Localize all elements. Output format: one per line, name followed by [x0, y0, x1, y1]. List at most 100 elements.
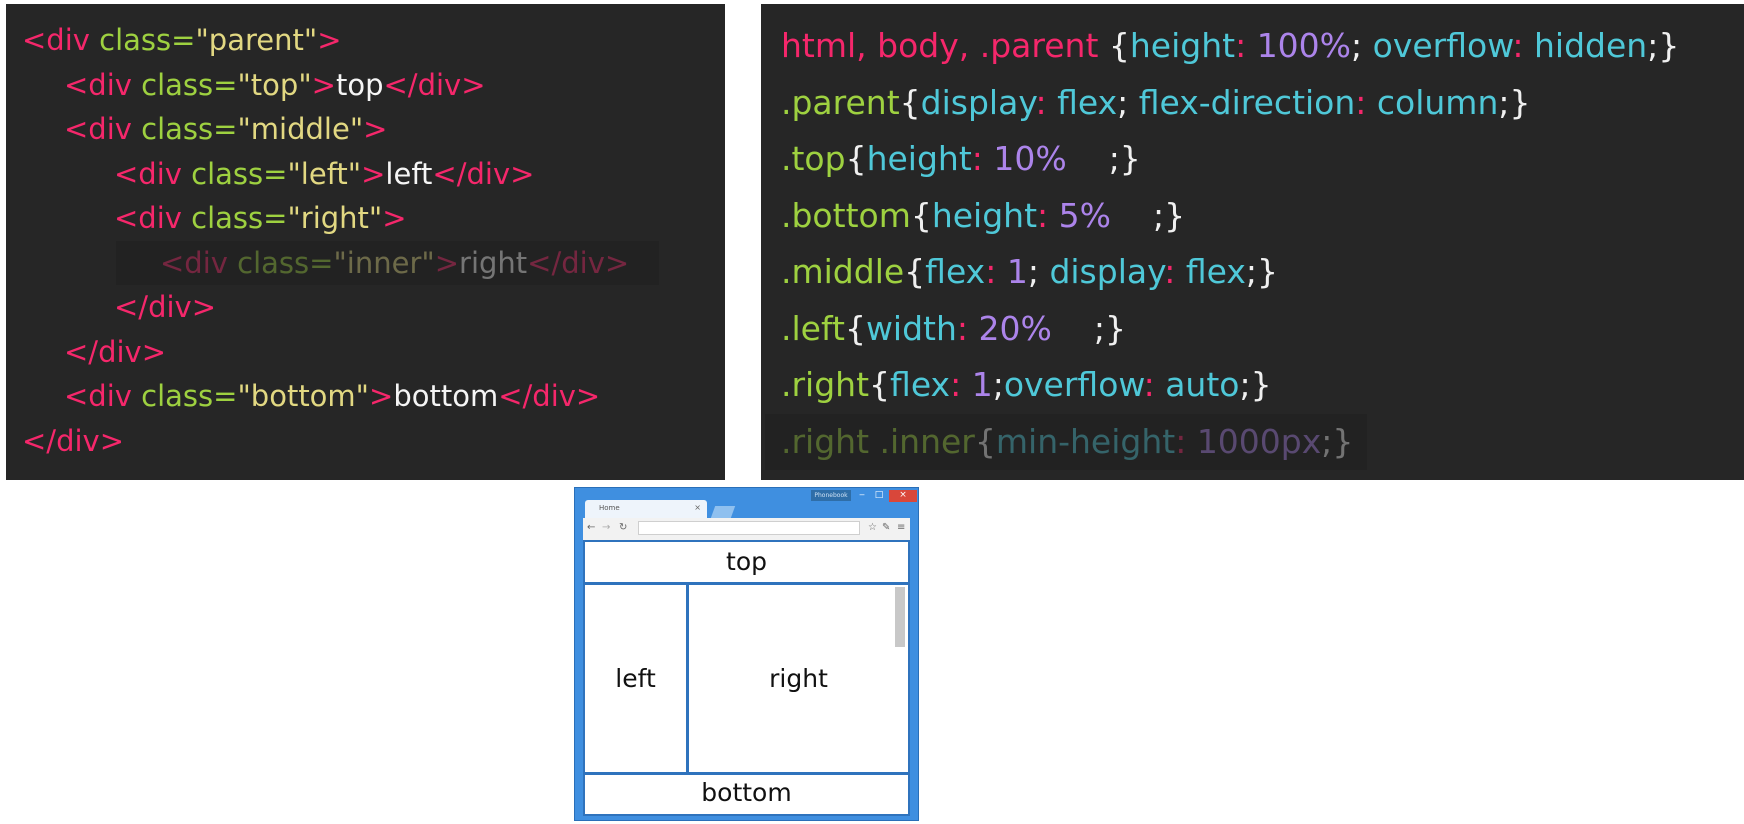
colon: :	[950, 365, 972, 404]
open-brace: {	[844, 308, 866, 348]
layout-left-box: left	[585, 585, 689, 772]
open-brace: {	[910, 195, 932, 235]
browser-toolbar: ← → ↻ ☆ ✎ ≡	[583, 518, 910, 540]
tag-open: <div	[64, 67, 132, 102]
forward-icon[interactable]: →	[602, 522, 610, 533]
attr-name: class=	[131, 67, 238, 102]
colon: :	[985, 252, 1007, 291]
attr-name: class=	[181, 156, 288, 191]
address-bar[interactable]	[638, 521, 860, 535]
css-line-3: .top{height: 10% ;}	[781, 131, 1744, 188]
minimize-button[interactable]: ‒	[854, 490, 870, 502]
colon: :	[1164, 252, 1186, 291]
bookmark-icon[interactable]: ☆	[868, 522, 877, 533]
tag-close: </div>	[527, 245, 630, 280]
tag-close: </div>	[432, 156, 535, 191]
extension-icon[interactable]: ✎	[882, 522, 890, 533]
css-line-5: .middle{flex: 1; display: flex;}	[781, 244, 1744, 301]
new-tab-button[interactable]	[710, 506, 736, 518]
colon: :	[1175, 421, 1197, 461]
code-line-2: <div class="top">top</div>	[22, 63, 725, 108]
css-property: flex	[925, 252, 986, 291]
close-brace: ;}	[1498, 82, 1531, 122]
tag-end: >	[382, 201, 407, 235]
code-line-3: <div class="middle">	[22, 107, 725, 152]
css-property: overflow	[1372, 26, 1513, 65]
tab-title: Home	[599, 504, 620, 512]
colon: :	[971, 139, 994, 178]
tag-open: <div	[64, 379, 132, 413]
semicolon: ;	[1027, 252, 1050, 291]
dimmed-line-highlight: <div class="inner">right</div>	[116, 240, 660, 285]
close-brace: ;}	[1245, 252, 1278, 291]
window-label: Phonebook	[811, 490, 851, 501]
tag-open: <div	[114, 156, 182, 191]
code-line-8: </div>	[22, 330, 725, 375]
css-value: 100%	[1256, 26, 1352, 65]
css-line-1: html, body, .parent {height: 100%; overf…	[781, 18, 1744, 75]
reload-icon[interactable]: ↻	[619, 522, 627, 533]
css-value: 1	[971, 365, 993, 404]
tag-open: <div	[114, 201, 182, 235]
open-brace: {	[869, 365, 891, 404]
css-value: flex	[1185, 252, 1246, 291]
close-window-button[interactable]: ×	[889, 490, 917, 502]
back-icon[interactable]: ←	[587, 522, 595, 533]
css-property: display	[1049, 252, 1165, 291]
colon: :	[1037, 195, 1059, 235]
attr-value: "right"	[287, 201, 383, 235]
tag-open: <div	[22, 23, 90, 57]
css-selector: .parent	[781, 82, 900, 122]
tab-close-icon[interactable]: ×	[694, 503, 701, 512]
html-code-panel: <div class="parent"> <div class="top">to…	[6, 4, 725, 480]
css-value: 20%	[978, 308, 1052, 348]
css-selector: .left	[781, 308, 845, 348]
css-property: height	[1129, 26, 1236, 65]
css-value: 10%	[993, 139, 1067, 178]
css-property: flex	[890, 365, 951, 404]
open-brace: {	[974, 421, 996, 461]
css-value: flex	[1057, 82, 1118, 122]
attr-value: "left"	[287, 156, 362, 191]
browser-tab[interactable]: Home ×	[585, 500, 707, 518]
layout-right-box: right	[769, 664, 828, 693]
css-property: display	[920, 82, 1036, 122]
attr-value: "parent"	[195, 23, 318, 57]
css-line-6: .left{width: 20% ;}	[781, 301, 1744, 358]
dimmed-line-highlight: .right .inner{min-height: 1000px;}	[765, 413, 1368, 470]
tag-end: >	[311, 67, 336, 102]
tag-close: </div>	[383, 67, 486, 102]
scrollbar-thumb[interactable]	[895, 587, 905, 647]
semicolon: ;	[992, 365, 1004, 404]
tag-open: <div	[64, 112, 132, 146]
css-property: flex-direction	[1138, 82, 1356, 122]
css-value: 5%	[1058, 195, 1111, 235]
css-value: column	[1376, 82, 1499, 122]
css-value: 1	[1006, 252, 1028, 291]
attr-value: "top"	[237, 67, 312, 102]
css-selector: html, body, .parent	[781, 26, 1109, 65]
colon: :	[1512, 26, 1535, 65]
tag-open: <div	[160, 245, 228, 280]
code-line-10: </div>	[22, 419, 725, 464]
colon: :	[1355, 82, 1377, 122]
layout-bottom-box: bottom	[585, 772, 908, 817]
menu-icon[interactable]: ≡	[897, 522, 905, 533]
attr-name: class=	[131, 112, 238, 146]
css-value: hidden	[1534, 26, 1648, 65]
css-selector: .right	[781, 365, 870, 404]
css-selector: .middle	[781, 252, 905, 291]
text-content: left	[385, 156, 433, 191]
tag-end: >	[363, 112, 388, 146]
maximize-button[interactable]: □	[871, 490, 887, 502]
tag-close: </div>	[114, 290, 216, 324]
css-property: height	[931, 195, 1038, 235]
close-brace: ;}	[1239, 365, 1272, 404]
tag-end: >	[317, 23, 342, 57]
close-brace: ;}	[1066, 139, 1141, 178]
open-brace: {	[904, 252, 926, 291]
css-property: width	[865, 308, 957, 348]
css-line-2: .parent{display: flex; flex-direction: c…	[781, 75, 1744, 132]
tag-close: </div>	[22, 423, 124, 458]
css-line-4: .bottom{height: 5% ;}	[781, 188, 1744, 245]
